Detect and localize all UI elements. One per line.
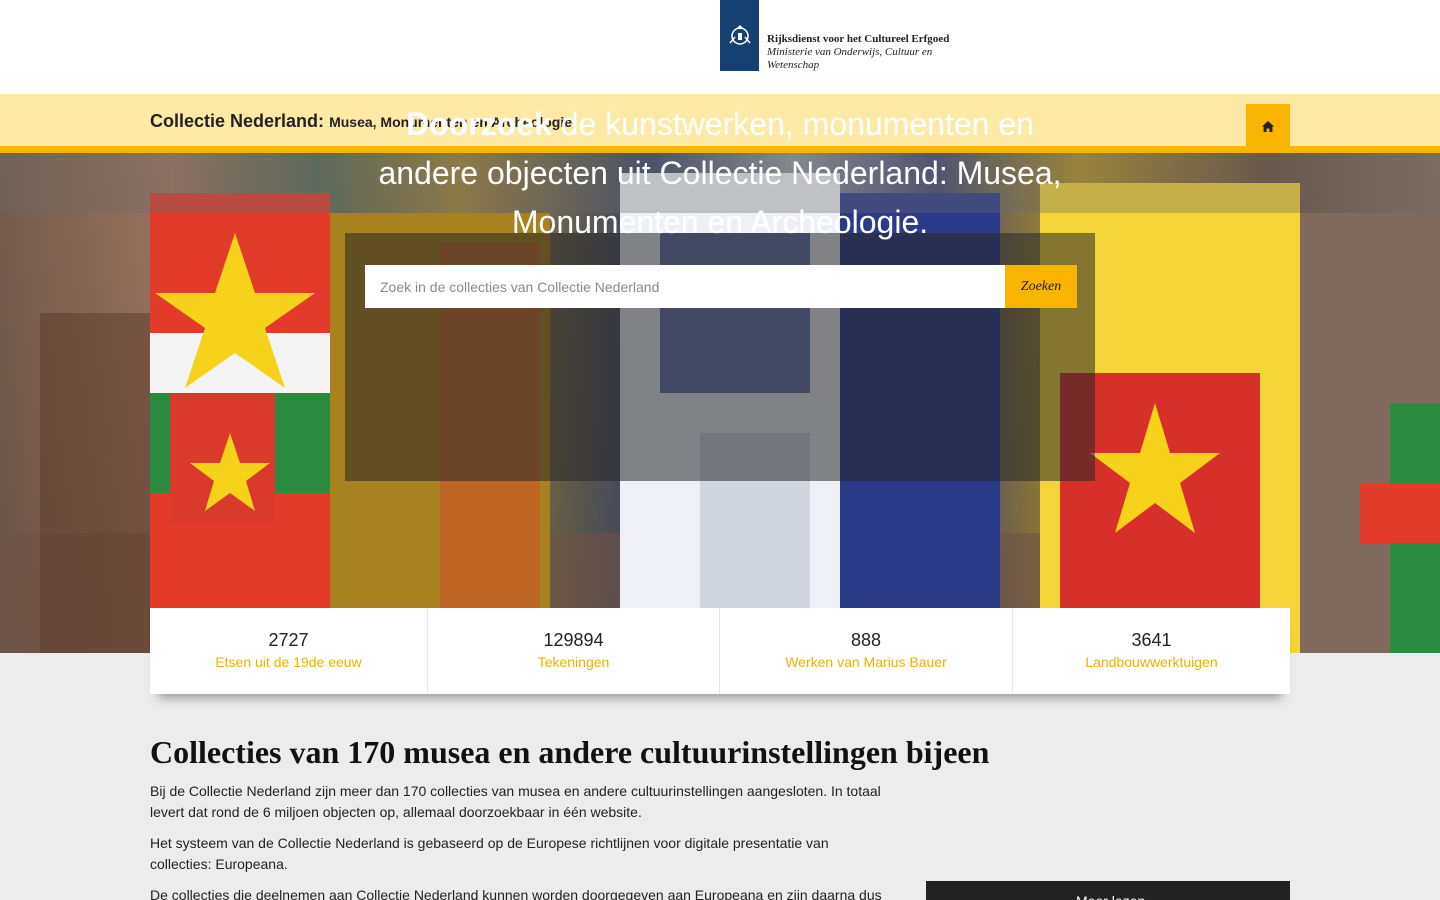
site-title-main: Collectie Nederland: [150, 111, 325, 131]
search-input[interactable] [365, 265, 1005, 308]
content-heading: Collecties van 170 musea en andere cultu… [150, 734, 990, 770]
top-logo-bar: Rijksdienst voor het Cultureel Erfgoed M… [0, 0, 1440, 94]
stats-bar: 2727 Etsen uit de 19de eeuw 129894 Teken… [150, 608, 1290, 694]
logo-line-2: Ministerie van Onderwijs, Cultuur en [767, 46, 933, 58]
search-button[interactable]: Zoeken [1005, 265, 1077, 308]
stat-item[interactable]: 888 Werken van Marius Bauer [720, 608, 1013, 694]
stat-number: 2727 [268, 630, 309, 650]
stat-item[interactable]: 129894 Tekeningen [428, 608, 720, 694]
logo-line-1: Rijksdienst voor het Cultureel Erfgoed [767, 33, 950, 45]
stat-number: 129894 [543, 630, 604, 650]
logo-text: Rijksdienst voor het Cultureel Erfgoed M… [759, 0, 949, 78]
stat-item[interactable]: 3641 Landbouwwerktuigen [1013, 608, 1290, 694]
read-more-button[interactable]: Meer lezen [926, 881, 1290, 900]
collections-paragraph: De collecties die deelnemen aan Collecti… [150, 887, 882, 900]
stat-link[interactable]: Landbouwwerktuigen [1085, 654, 1217, 670]
home-icon [1262, 121, 1274, 132]
hero-title-bold: Doorzoek [406, 106, 552, 142]
crest-icon [720, 0, 759, 71]
home-button[interactable] [1246, 104, 1290, 149]
intro-paragraph: Bij de Collectie Nederland zijn meer dan… [150, 783, 881, 820]
europeana-paragraph: Het systeem van de Collectie Nederland i… [150, 835, 829, 872]
stat-number: 3641 [1131, 630, 1172, 650]
stat-item[interactable]: 2727 Etsen uit de 19de eeuw [150, 608, 428, 694]
stat-number: 888 [850, 630, 882, 650]
logo-line-3: Wetenschap [767, 59, 820, 71]
stat-link[interactable]: Tekeningen [538, 654, 610, 670]
rijksoverheid-logo[interactable]: Rijksdienst voor het Cultureel Erfgoed M… [720, 0, 950, 78]
hero-title: Doorzoek de kunstwerken, monumenten en a… [370, 100, 1070, 247]
stat-link[interactable]: Werken van Marius Bauer [785, 654, 947, 670]
stat-link[interactable]: Etsen uit de 19de eeuw [215, 654, 361, 670]
